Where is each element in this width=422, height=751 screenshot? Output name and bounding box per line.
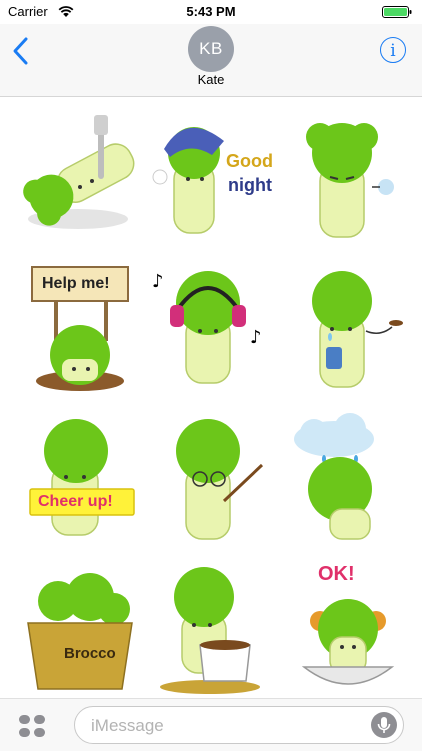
contact-avatar[interactable]: KB — [188, 26, 234, 72]
info-button[interactable]: i — [380, 37, 406, 63]
sticker-broccoli-teacher[interactable] — [146, 409, 276, 549]
sticker-grid: Good night Help me! ♪ ♪ Cheer up! Brocco… — [0, 97, 422, 697]
sticker-broccoli-coffee[interactable] — [146, 559, 276, 699]
clock: 5:43 PM — [186, 4, 236, 19]
sticker-broccoli-angry[interactable] — [284, 107, 414, 247]
sticker-broccoli-rain-cloud[interactable] — [284, 409, 414, 549]
sticker-broccoli-basket[interactable]: Brocco — [18, 559, 148, 699]
battery-icon — [382, 6, 412, 18]
sticker-text-brocco: Brocco — [64, 645, 116, 662]
sticker-broccoli-crying[interactable] — [284, 257, 414, 397]
back-chevron-icon[interactable] — [10, 36, 32, 66]
message-input[interactable] — [89, 715, 353, 737]
app-drawer-icon[interactable] — [17, 713, 47, 739]
sticker-broccoli-help-me[interactable]: Help me! — [18, 257, 148, 397]
message-input-bar — [0, 698, 422, 751]
sticker-broccoli-music[interactable]: ♪ ♪ — [146, 257, 276, 397]
svg-text:♪: ♪ — [152, 271, 164, 292]
sticker-broccoli-ok[interactable]: OK! — [284, 559, 414, 699]
sticker-broccoli-good-night[interactable]: Good night — [146, 107, 276, 247]
status-bar: Carrier 5:43 PM — [0, 0, 422, 24]
sticker-broccoli-fork[interactable] — [18, 107, 148, 247]
sticker-text-night: night — [228, 175, 272, 195]
svg-text:♪: ♪ — [250, 327, 262, 348]
sticker-text-help-me: Help me! — [42, 275, 110, 292]
sticker-text-good: Good — [226, 151, 273, 171]
microphone-button[interactable] — [371, 712, 397, 738]
microphone-icon — [377, 717, 391, 733]
sticker-text-cheer-up: Cheer up! — [38, 493, 113, 510]
sticker-text-ok: OK! — [318, 563, 355, 585]
sticker-broccoli-cheer-up[interactable]: Cheer up! — [18, 409, 148, 549]
conversation-header: KB Kate i — [0, 24, 422, 97]
message-field[interactable] — [74, 706, 404, 744]
contact-name[interactable]: Kate — [0, 72, 422, 87]
